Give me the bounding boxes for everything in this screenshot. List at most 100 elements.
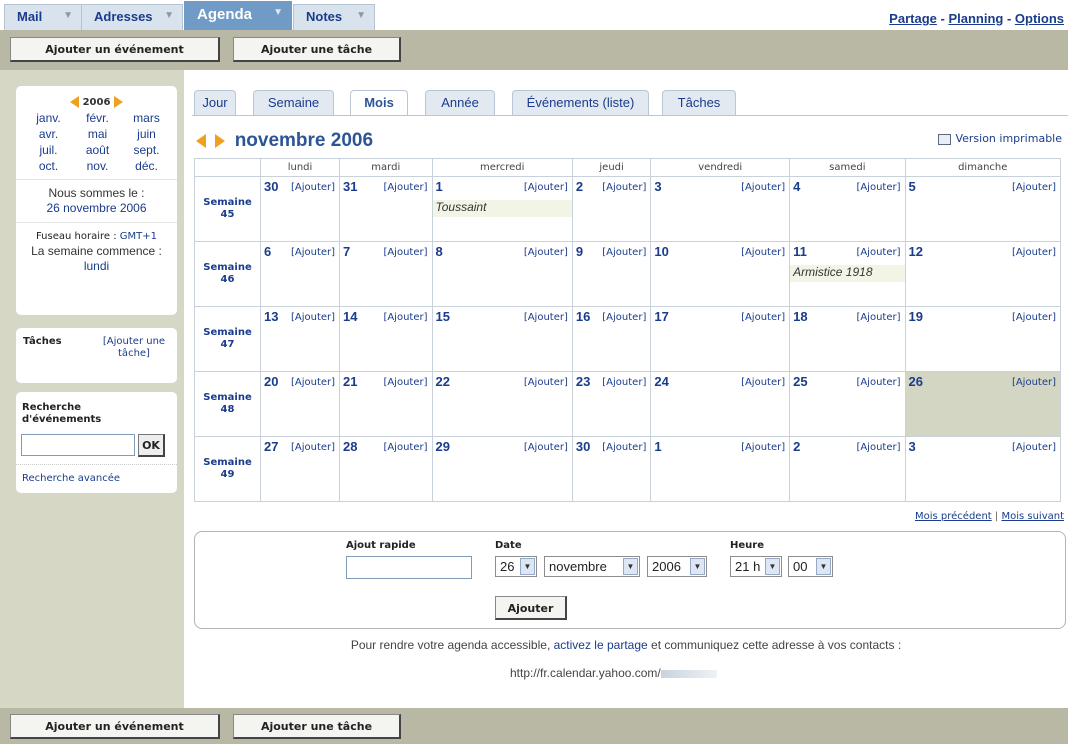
week-start-value[interactable]: lundi — [16, 259, 177, 274]
calendar-event[interactable]: Armistice 1918 — [790, 265, 905, 282]
day-cell[interactable]: 2 [Ajouter] — [571, 176, 652, 242]
add-event-link[interactable]: [Ajouter] — [741, 377, 785, 388]
tab-adresses[interactable]: Adresses ▼ — [81, 4, 183, 30]
day-cell[interactable]: 17 [Ajouter] — [650, 306, 791, 372]
month-link[interactable]: avr. — [24, 127, 73, 141]
add-event-link[interactable]: [Ajouter] — [291, 312, 335, 323]
day-cell[interactable]: 15 [Ajouter] — [431, 306, 573, 372]
search-ok-button[interactable]: OK — [138, 434, 165, 457]
day-number[interactable]: 1 — [654, 439, 661, 454]
tab-agenda[interactable]: Agenda ▼ — [184, 1, 292, 30]
chevron-down-icon[interactable]: ▼ — [356, 10, 366, 21]
day-cell[interactable]: 22 [Ajouter] — [431, 371, 573, 437]
day-number[interactable]: 6 — [264, 244, 271, 259]
add-event-link[interactable]: [Ajouter] — [524, 312, 568, 323]
day-number[interactable]: 9 — [576, 244, 583, 259]
add-task-link[interactable]: [Ajouter une tâche] — [94, 336, 174, 360]
tab-jour[interactable]: Jour — [194, 90, 236, 115]
month-link[interactable]: déc. — [122, 159, 171, 173]
day-cell[interactable]: 10 [Ajouter] — [650, 241, 791, 307]
day-cell[interactable]: 30 [Ajouter] — [571, 436, 652, 502]
hour-select[interactable]: 21 h ▼ — [730, 556, 782, 577]
year-select[interactable]: 2006 ▼ — [647, 556, 707, 577]
add-event-link[interactable]: [Ajouter] — [1012, 377, 1056, 388]
day-cell[interactable]: 21 [Ajouter] — [339, 371, 433, 437]
day-number[interactable]: 1 — [436, 179, 443, 194]
week-number[interactable]: Semaine 47 — [194, 306, 261, 372]
month-link[interactable]: août — [73, 143, 122, 157]
add-event-link[interactable]: [Ajouter] — [1012, 247, 1056, 258]
day-cell[interactable]: 8 [Ajouter] — [431, 241, 573, 307]
month-link[interactable]: juil. — [24, 143, 73, 157]
add-event-link[interactable]: [Ajouter] — [1012, 442, 1056, 453]
next-month-link[interactable]: Mois suivant — [1001, 511, 1064, 522]
day-cell[interactable]: 1 [Ajouter] Toussaint — [431, 176, 573, 242]
day-cell[interactable]: 18 [Ajouter] — [789, 306, 906, 372]
day-number[interactable]: 30 — [576, 439, 590, 454]
day-number[interactable]: 30 — [264, 179, 278, 194]
day-number[interactable]: 2 — [576, 179, 583, 194]
day-select[interactable]: 26 ▼ — [495, 556, 537, 577]
quick-add-button[interactable]: Ajouter — [495, 596, 567, 620]
add-event-link[interactable]: [Ajouter] — [1012, 182, 1056, 193]
add-event-link[interactable]: [Ajouter] — [602, 377, 646, 388]
today-date[interactable]: 26 novembre 2006 — [16, 201, 177, 216]
advanced-search-link[interactable]: Recherche avancée — [22, 473, 120, 484]
day-cell[interactable]: 31 [Ajouter] — [339, 176, 433, 242]
add-event-link[interactable]: [Ajouter] — [602, 247, 646, 258]
add-event-link[interactable]: [Ajouter] — [741, 442, 785, 453]
day-number[interactable]: 19 — [909, 309, 923, 324]
add-task-button-bottom[interactable]: Ajouter une tâche — [233, 714, 401, 739]
add-event-link[interactable]: [Ajouter] — [383, 247, 427, 258]
previous-year-icon[interactable] — [70, 96, 80, 108]
add-event-link[interactable]: [Ajouter] — [741, 182, 785, 193]
day-number[interactable]: 23 — [576, 374, 590, 389]
day-cell[interactable]: 25 [Ajouter] — [789, 371, 906, 437]
day-number[interactable]: 3 — [654, 179, 661, 194]
day-cell[interactable]: 1 [Ajouter] — [650, 436, 791, 502]
chevron-down-icon[interactable]: ▼ — [273, 7, 283, 18]
day-cell[interactable]: 20 [Ajouter] — [259, 371, 341, 437]
add-event-link[interactable]: [Ajouter] — [602, 182, 646, 193]
add-event-link[interactable]: [Ajouter] — [383, 312, 427, 323]
week-number[interactable]: Semaine 46 — [194, 241, 261, 307]
day-cell[interactable]: 7 [Ajouter] — [339, 241, 433, 307]
day-cell[interactable]: 30 [Ajouter] — [259, 176, 341, 242]
add-event-link[interactable]: [Ajouter] — [291, 442, 335, 453]
month-select[interactable]: novembre ▼ — [544, 556, 640, 577]
chevron-down-icon[interactable]: ▼ — [164, 10, 174, 21]
add-event-link[interactable]: [Ajouter] — [856, 312, 900, 323]
day-number[interactable]: 20 — [264, 374, 278, 389]
search-input[interactable] — [21, 434, 135, 456]
add-event-link[interactable]: [Ajouter] — [383, 377, 427, 388]
month-link[interactable]: juin — [122, 127, 171, 141]
add-event-link[interactable]: [Ajouter] — [856, 182, 900, 193]
day-number[interactable]: 12 — [909, 244, 923, 259]
link-planning[interactable]: Planning — [948, 11, 1003, 26]
tab-evenements-liste[interactable]: Événements (liste) — [512, 90, 649, 115]
day-number[interactable]: 16 — [576, 309, 590, 324]
previous-month-icon[interactable] — [196, 134, 206, 148]
tab-semaine[interactable]: Semaine — [253, 90, 334, 115]
quick-add-input[interactable] — [346, 556, 472, 579]
day-number[interactable]: 8 — [436, 244, 443, 259]
week-number[interactable]: Semaine 49 — [194, 436, 261, 502]
day-cell[interactable]: 13 [Ajouter] — [259, 306, 341, 372]
month-link[interactable]: oct. — [24, 159, 73, 173]
day-number[interactable]: 4 — [793, 179, 800, 194]
month-link[interactable]: sept. — [122, 143, 171, 157]
add-task-button[interactable]: Ajouter une tâche — [233, 37, 401, 62]
add-event-link[interactable]: [Ajouter] — [856, 247, 900, 258]
month-link[interactable]: févr. — [73, 111, 122, 125]
chevron-down-icon[interactable]: ▼ — [63, 10, 73, 21]
add-event-link[interactable]: [Ajouter] — [524, 377, 568, 388]
day-number[interactable]: 22 — [436, 374, 450, 389]
day-cell[interactable]: 6 [Ajouter] — [259, 241, 341, 307]
add-event-link[interactable]: [Ajouter] — [524, 182, 568, 193]
day-number[interactable]: 15 — [436, 309, 450, 324]
add-event-link[interactable]: [Ajouter] — [602, 442, 646, 453]
day-number[interactable]: 29 — [436, 439, 450, 454]
add-event-link[interactable]: [Ajouter] — [383, 442, 427, 453]
month-link[interactable]: mars — [122, 111, 171, 125]
day-number[interactable]: 25 — [793, 374, 807, 389]
